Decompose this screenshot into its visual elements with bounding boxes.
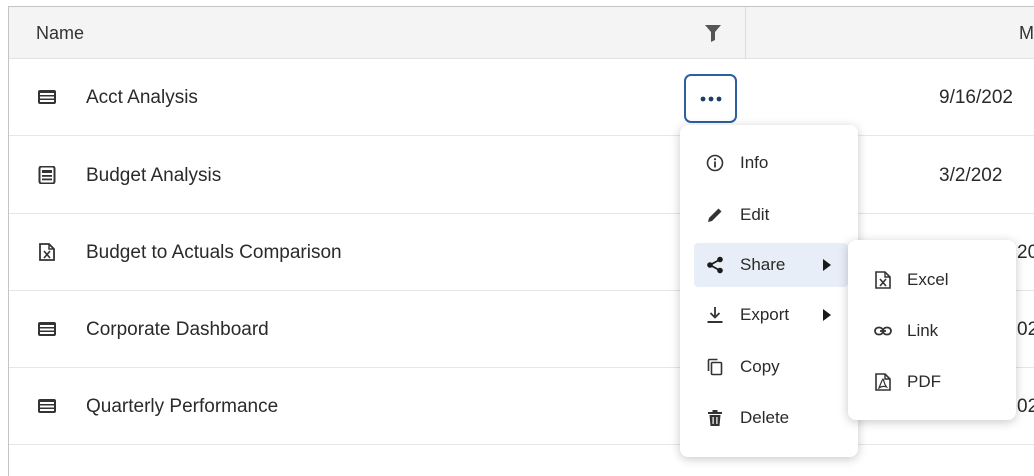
trash-icon (708, 410, 722, 426)
submenu-item-label: Link (907, 321, 939, 340)
filter-icon[interactable] (705, 25, 721, 42)
row-modified-date: 02 (1017, 396, 1034, 417)
row-name[interactable]: Corporate Dashboard (86, 319, 269, 341)
menu-item-label: Copy (740, 357, 780, 376)
menu-item-label: Export (740, 305, 790, 324)
submenu-arrow-icon (823, 309, 831, 321)
submenu-item-pdf[interactable]: PDF (864, 362, 1004, 402)
menu-item-export[interactable]: Export (694, 293, 848, 337)
row-modified-date: 20 (1017, 242, 1034, 263)
column-header-modified[interactable]: M (1019, 23, 1034, 44)
row-modified-date: 3/2/202 (939, 165, 1003, 186)
row-name[interactable]: Quarterly Performance (86, 396, 278, 418)
menu-item-edit[interactable]: Edit (694, 193, 848, 237)
pdf-file-icon (875, 373, 891, 391)
download-icon (707, 307, 723, 323)
row-modified-date: 02 (1017, 319, 1034, 340)
copy-icon (707, 358, 723, 376)
excel-file-icon (875, 271, 891, 289)
dashboard-icon (38, 322, 56, 336)
menu-item-label: Info (740, 153, 769, 172)
ellipsis-icon (700, 96, 722, 102)
table-row[interactable]: Acct Analysis 9/16/202 (9, 59, 1034, 136)
menu-item-delete[interactable]: Delete (694, 396, 848, 440)
menu-item-label: Edit (740, 205, 770, 224)
dashboard-icon (38, 399, 56, 413)
menu-item-copy[interactable]: Copy (694, 345, 848, 389)
pencil-icon (708, 208, 722, 222)
row-name[interactable]: Acct Analysis (86, 87, 198, 109)
report-icon (38, 166, 56, 184)
table-header: Name M (9, 7, 1034, 59)
link-icon (874, 326, 892, 336)
menu-item-share[interactable]: Share (694, 243, 848, 287)
context-menu: Info Edit Share Export Copy Delete (680, 125, 858, 457)
column-header-name[interactable]: Name (36, 23, 84, 44)
table-row[interactable]: Budget Analysis 3/2/202 (9, 137, 1034, 214)
more-actions-button[interactable] (684, 74, 737, 123)
excel-report-icon (39, 243, 55, 261)
share-submenu: Excel Link PDF (848, 240, 1016, 420)
column-divider[interactable] (745, 7, 746, 59)
submenu-item-label: Excel (907, 270, 949, 289)
row-modified-date: 9/16/202 (939, 87, 1013, 108)
submenu-arrow-icon (823, 259, 831, 271)
submenu-item-excel[interactable]: Excel (864, 260, 1004, 300)
row-name[interactable]: Budget to Actuals Comparison (86, 242, 342, 264)
info-icon (706, 154, 724, 172)
dashboard-icon (38, 90, 56, 104)
menu-item-label: Delete (740, 408, 790, 427)
row-name[interactable]: Budget Analysis (86, 165, 221, 187)
menu-item-label: Share (740, 255, 786, 274)
submenu-item-label: PDF (907, 372, 941, 391)
share-icon (707, 256, 723, 274)
submenu-item-link[interactable]: Link (864, 311, 1004, 351)
menu-item-info[interactable]: Info (694, 141, 848, 185)
